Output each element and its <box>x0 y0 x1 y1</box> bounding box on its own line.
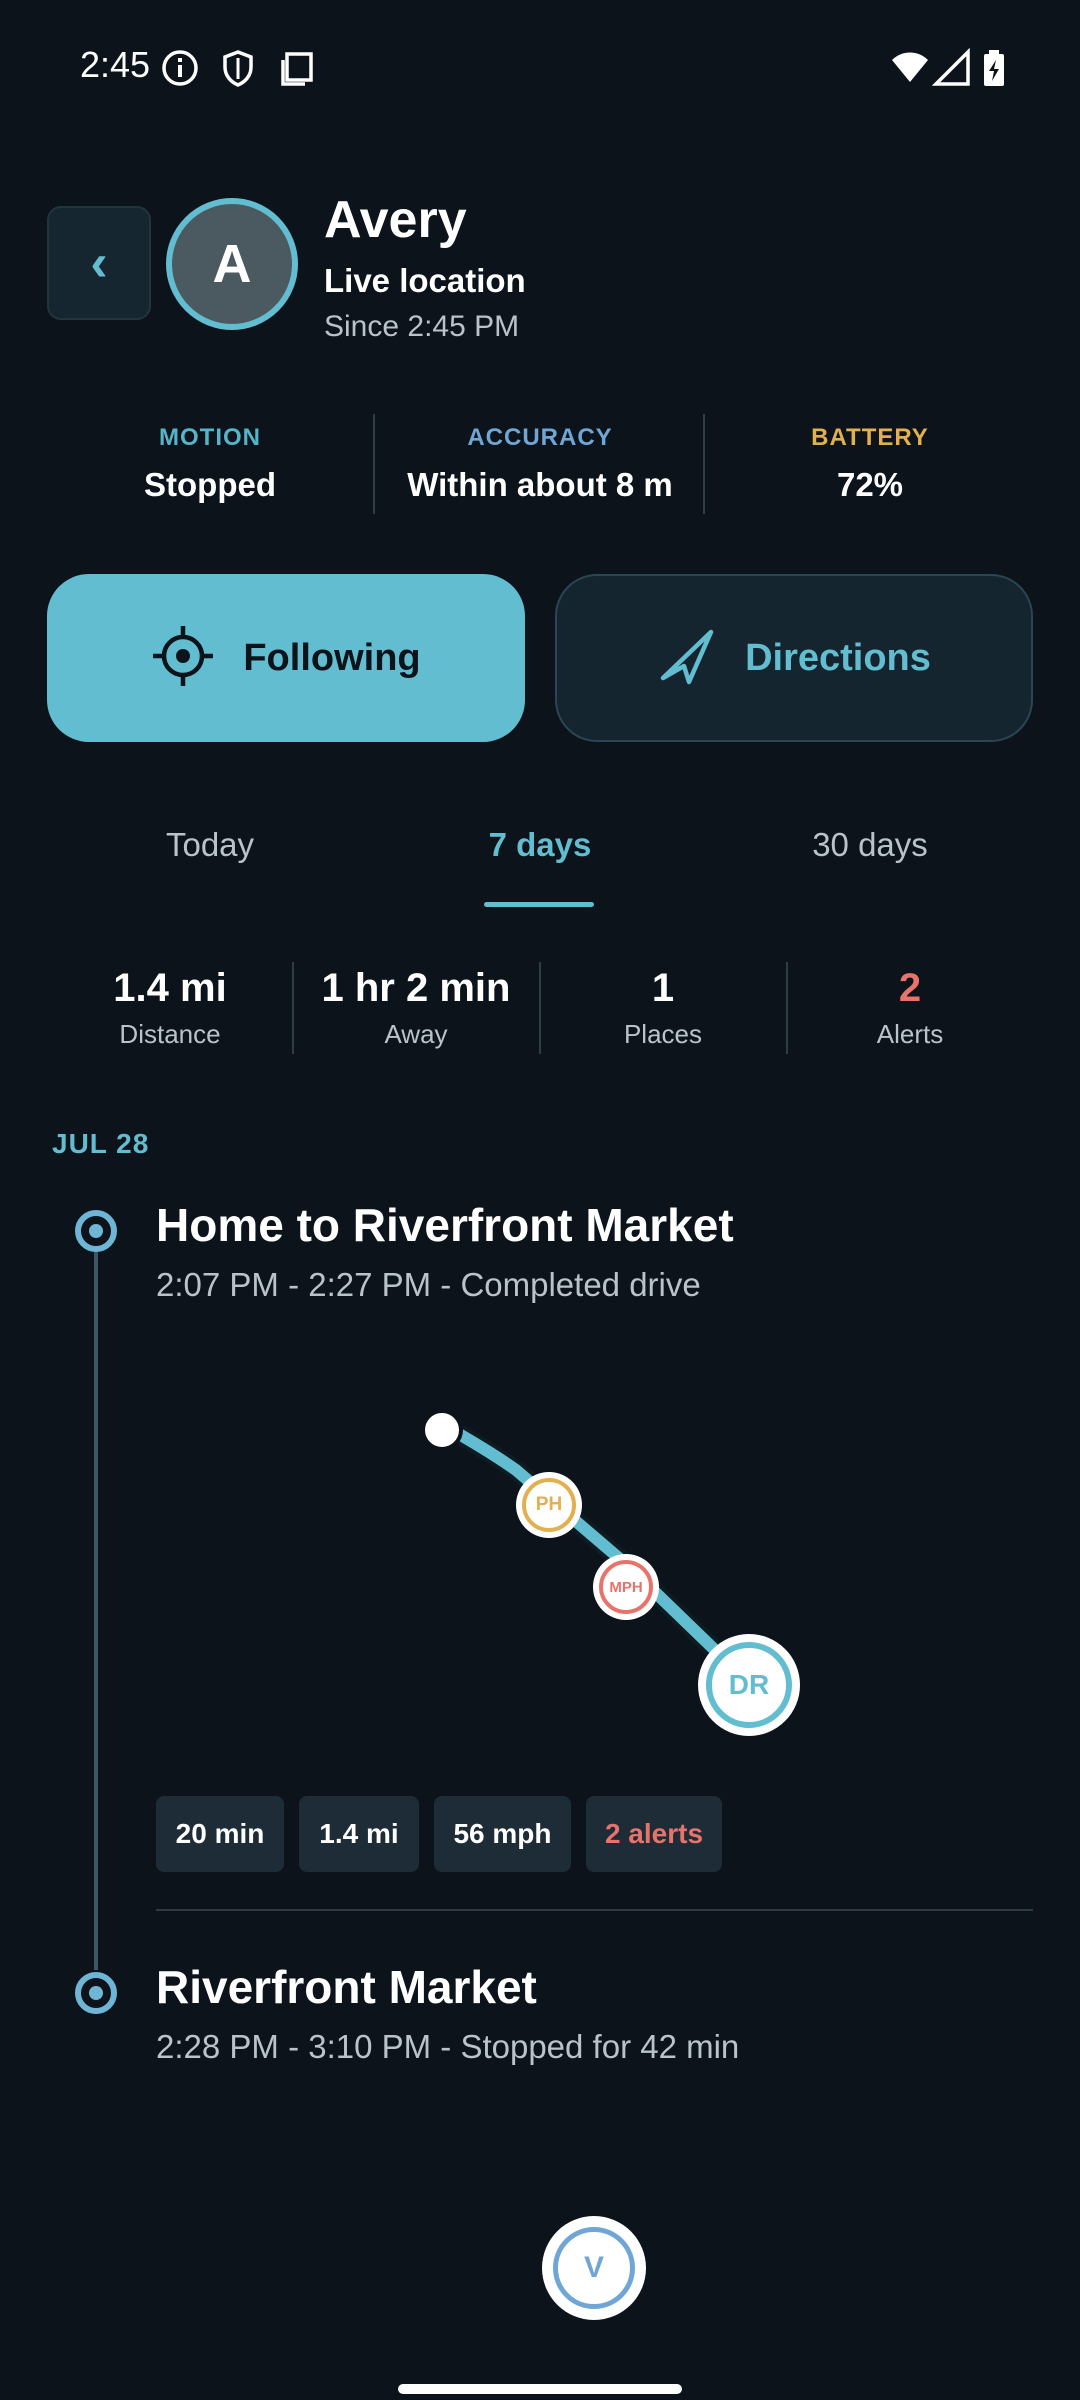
chip-distance: 1.4 mi <box>299 1796 419 1872</box>
chip-alerts[interactable]: 2 alerts <box>586 1796 722 1872</box>
back-chevron-icon: ‹ <box>90 234 108 292</box>
scroll-down-button[interactable]: V <box>542 2216 646 2320</box>
stat-accuracy-label: ACCURACY <box>467 424 613 451</box>
status-time: 2:45 <box>80 44 151 85</box>
since-time: Since 2:45 PM <box>324 310 520 343</box>
stat-battery-label: BATTERY <box>811 424 929 451</box>
stat-accuracy: ACCURACY Within about 8 m <box>375 424 705 504</box>
route-marker-ph[interactable]: PH <box>516 1472 582 1538</box>
summary-places-label: Places <box>623 1019 703 1049</box>
wifi-icon <box>890 48 930 88</box>
route-marker-ph-label: PH <box>522 1478 576 1532</box>
person-name: Avery <box>324 191 467 249</box>
tab-7-days[interactable]: 7 days <box>375 826 705 864</box>
scroll-down-label: V <box>553 2227 635 2309</box>
back-button[interactable]: ‹ <box>47 206 151 320</box>
summary-alerts-value: 2 <box>898 966 922 1010</box>
shield-icon <box>218 48 258 88</box>
summary-places-value: 1 <box>651 966 675 1010</box>
stat-motion: MOTION Stopped <box>45 424 375 504</box>
signal-icon <box>931 47 972 88</box>
event-subtitle: 2:28 PM - 3:10 PM - Stopped for 42 min <box>156 2028 740 2065</box>
tab-30-days[interactable]: 30 days <box>705 826 1035 864</box>
tab-today[interactable]: Today <box>45 826 375 864</box>
info-icon <box>160 48 200 88</box>
timeline-dot-icon <box>75 1210 117 1252</box>
event-title[interactable]: Home to Riverfront Market <box>156 1198 734 1252</box>
route-marker-dr[interactable]: DR <box>698 1634 800 1736</box>
summary-away-label: Away <box>384 1019 448 1049</box>
avatar[interactable]: A <box>166 198 298 330</box>
route-marker-mph[interactable]: MPH <box>593 1554 659 1620</box>
summary-alerts-label: Alerts <box>876 1019 944 1049</box>
avatar-initial: A <box>212 234 252 294</box>
stat-motion-label: MOTION <box>159 424 261 451</box>
timeline-date: JUL 28 <box>52 1128 150 1159</box>
route-marker-dr-label: DR <box>706 1642 792 1728</box>
stat-motion-value: Stopped <box>144 466 276 503</box>
summary-distance-value: 1.4 mi <box>113 966 227 1010</box>
crosshair-icon <box>151 624 215 693</box>
stat-accuracy-value: Within about 8 m <box>407 466 673 503</box>
battery-charging-icon <box>978 48 1018 88</box>
event-title[interactable]: Riverfront Market <box>156 1960 537 2014</box>
stat-battery: BATTERY 72% <box>705 424 1035 504</box>
event-divider <box>156 1909 1033 1911</box>
chip-speed: 56 mph <box>434 1796 571 1872</box>
home-indicator[interactable] <box>398 2384 682 2394</box>
timeline-line <box>94 1250 98 1970</box>
summary-distance-label: Distance <box>119 1019 221 1049</box>
tab-indicator <box>484 902 594 907</box>
summary-alerts: 2 Alerts <box>787 966 1033 1050</box>
timeline-dot-icon <box>75 1972 117 2014</box>
summary-away: 1 hr 2 min Away <box>293 966 539 1050</box>
directions-button[interactable]: Directions <box>555 574 1033 742</box>
route-start-marker <box>421 1409 463 1451</box>
stat-battery-value: 72% <box>836 466 904 503</box>
summary-away-value: 1 hr 2 min <box>321 966 511 1010</box>
directions-label: Directions <box>745 636 931 679</box>
summary-distance: 1.4 mi Distance <box>47 966 293 1050</box>
summary-places: 1 Places <box>540 966 786 1050</box>
screenshot-icon <box>277 48 317 88</box>
following-button[interactable]: Following <box>47 574 525 742</box>
following-label: Following <box>243 636 421 679</box>
chip-duration: 20 min <box>156 1796 284 1872</box>
navigation-arrow-icon <box>657 626 717 691</box>
event-subtitle: 2:07 PM - 2:27 PM - Completed drive <box>156 1266 701 1303</box>
live-location-label: Live location <box>324 262 526 299</box>
route-marker-mph-label: MPH <box>599 1560 653 1614</box>
